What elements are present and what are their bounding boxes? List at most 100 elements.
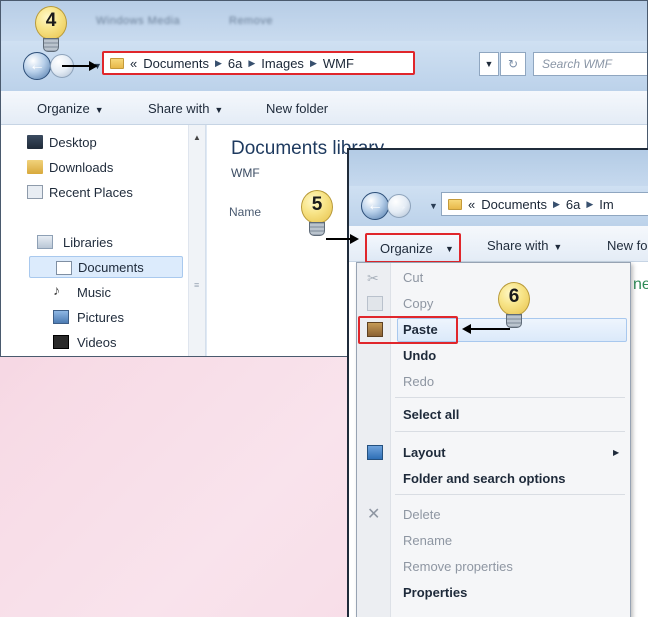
breadcrumb-arrow-icon[interactable]: ▶ [248,58,255,69]
chevron-down-icon: ▼ [94,105,104,115]
bulb-base [309,222,325,236]
address-bar[interactable]: « Documents ▶ 6a ▶ Im [441,192,648,216]
callout-arrow-line [62,65,90,67]
new-folder-button[interactable]: New fo [607,238,647,253]
breadcrumb-6a[interactable]: 6a [566,197,580,212]
callout-arrow-head-icon [462,324,471,334]
command-toolbar: Organize ▼ Share with ▼ New fo [349,226,648,263]
organize-menu: ✂ Cut Copy Paste Undo Redo Select all La… [356,262,631,617]
sidebar-item-label: Pictures [77,309,124,325]
submenu-arrow-icon: ▶ [613,448,620,457]
column-header-name[interactable]: Name [229,205,261,219]
breadcrumb-arrow-icon[interactable]: ▶ [586,199,593,210]
scroll-up-icon[interactable]: ▲ [193,133,201,142]
menu-item-cut[interactable]: Cut [403,270,423,285]
back-button[interactable]: ← [23,52,51,80]
breadcrumb-documents[interactable]: Documents [143,56,209,71]
breadcrumb-images[interactable]: Images [261,56,304,71]
breadcrumb-arrow-icon[interactable]: ▶ [215,58,222,69]
cropped-content-text: ne [633,276,648,293]
step-number: 4 [45,10,57,31]
organize-button[interactable]: Organize ▼ [37,101,104,116]
step-number: 6 [508,286,520,307]
breadcrumb-wmf[interactable]: WMF [323,56,354,71]
menu-item-redo[interactable]: Redo [403,374,434,389]
sidebar-item-downloads[interactable]: Downloads [27,156,189,178]
recent-places-icon [27,185,43,199]
sidebar-item-documents[interactable]: Documents [29,256,183,278]
callout-arrow-head-icon [350,234,359,244]
videos-icon [53,335,69,349]
callout-arrow-head-icon [89,61,98,71]
breadcrumb-6a[interactable]: 6a [228,56,242,71]
step-5-bulb-icon: 5 [300,190,334,238]
share-with-label: Share with [487,238,549,253]
back-arrow-icon: ← [367,197,383,214]
forward-button[interactable]: → [387,194,411,218]
title-blurred-text: Windows Media [96,15,181,27]
chevron-down-icon: ▼ [484,59,494,69]
menu-item-rename[interactable]: Rename [403,533,452,548]
breadcrumb-documents[interactable]: Documents [481,197,547,212]
sidebar-item-recent-places[interactable]: Recent Places [27,181,189,203]
breadcrumb-arrow-icon[interactable]: ▶ [310,58,317,69]
sidebar-item-desktop[interactable]: Desktop [27,131,189,153]
menu-item-undo[interactable]: Undo [403,348,436,363]
step-4-bulb-icon: 4 [34,6,68,54]
menu-item-layout[interactable]: Layout [403,445,446,460]
menu-item-properties[interactable]: Properties [403,585,467,600]
step-number: 5 [311,194,323,215]
library-subtitle: WMF [231,166,260,180]
chevron-down-icon: ▼ [445,244,454,254]
sidebar-item-label: Recent Places [49,184,133,200]
title-bar [349,150,648,186]
menu-item-select-all[interactable]: Select all [403,407,459,422]
pictures-icon [53,310,69,324]
downloads-folder-icon [27,160,43,174]
share-with-button[interactable]: Share with ▼ [487,238,562,253]
forward-arrow-icon: → [392,197,408,214]
address-prefix: « [130,55,138,71]
recent-pages-chevron-icon[interactable]: ▼ [429,201,438,211]
scroll-grip-icon: ≡ [194,280,200,290]
organize-label: Organize [37,101,90,116]
callout-arrow-line [470,328,510,330]
folder-icon [448,198,462,210]
breadcrumb-images[interactable]: Im [599,197,613,212]
sidebar-item-libraries[interactable]: Libraries [37,231,203,253]
breadcrumb-arrow-icon[interactable]: ▶ [553,199,560,210]
menu-item-remove-properties[interactable]: Remove properties [403,559,513,574]
explorer-window-front: ← → ▼ « Documents ▶ 6a ▶ Im Organize ▼ S… [347,148,648,617]
title-blurred-text: Remove [229,15,273,27]
organize-label: Organize [380,241,433,256]
refresh-button[interactable]: ↻ [500,52,526,76]
menu-item-copy[interactable]: Copy [403,296,433,311]
share-with-label: Share with [148,101,210,116]
organize-button[interactable]: Organize ▼ [365,233,461,263]
menu-item-delete[interactable]: Delete [403,507,441,522]
sidebar-item-label: Desktop [49,134,97,150]
sidebar-item-label: Downloads [49,159,114,175]
callout-arrow-line [326,238,352,240]
menu-item-folder-search-options[interactable]: Folder and search options [403,471,566,486]
search-input[interactable]: Search WMF [533,52,647,76]
documents-icon [56,261,72,275]
sidebar-scrollbar[interactable]: ▲ ≡ [188,125,205,356]
menu-divider [395,431,625,432]
sidebar-item-label: Libraries [63,234,113,250]
delete-icon: ✕ [367,506,381,523]
new-folder-button[interactable]: New folder [266,101,328,116]
navigation-pane: Desktop Downloads Recent Places Librarie… [1,125,206,356]
menu-item-paste[interactable]: Paste [403,322,438,337]
address-bar[interactable]: « Documents ▶ 6a ▶ Images ▶ WMF [102,51,415,75]
address-prefix: « [468,196,476,212]
step-6-bulb-icon: 6 [497,282,531,330]
share-with-button[interactable]: Share with ▼ [148,101,223,116]
back-button[interactable]: ← [361,192,389,220]
menu-divider [395,494,625,495]
navigation-bar: ← → ▼ « Documents ▶ 6a ▶ Images ▶ WMF ▼ … [1,41,647,91]
address-dropdown-button[interactable]: ▼ [479,52,499,76]
menu-divider [395,397,625,398]
folder-icon [110,57,124,69]
desktop-icon [27,135,43,149]
